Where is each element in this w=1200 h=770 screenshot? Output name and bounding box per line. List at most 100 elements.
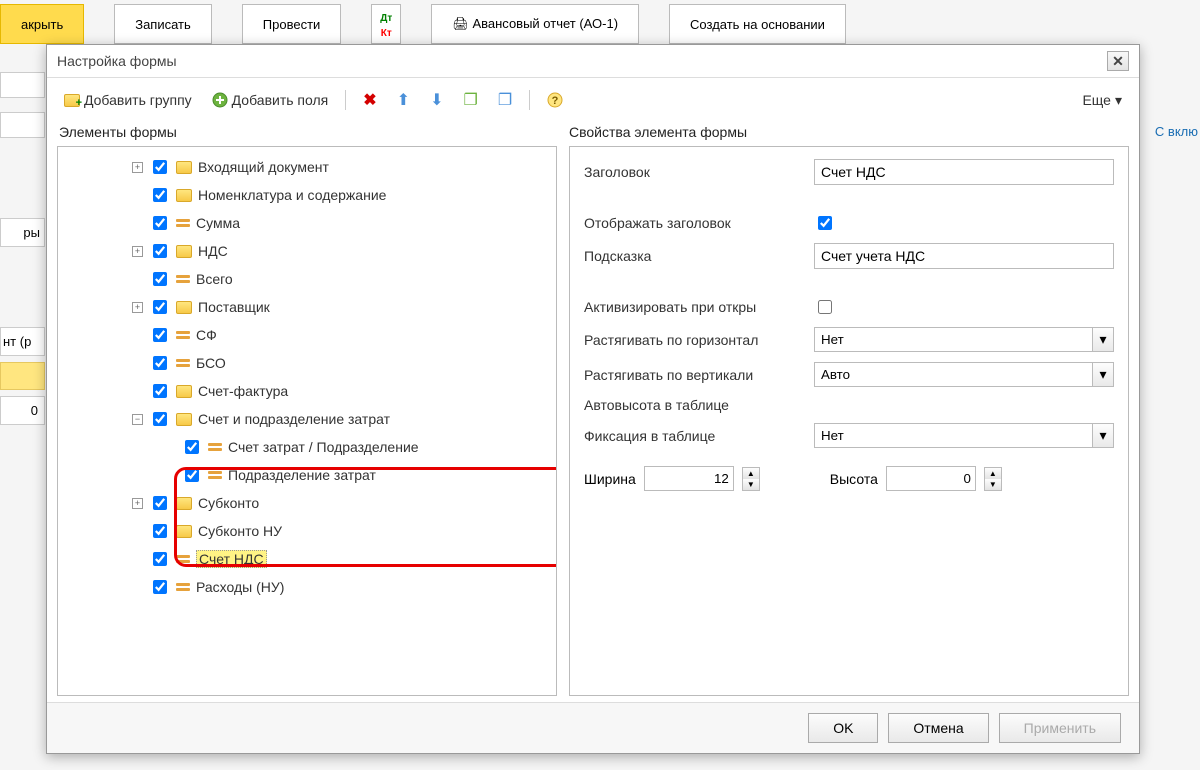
title-input[interactable]	[814, 159, 1114, 185]
tree-checkbox[interactable]	[153, 356, 167, 370]
svg-text:?: ?	[552, 95, 559, 107]
tree-checkbox[interactable]	[153, 244, 167, 258]
height-spinner[interactable]: ▲▼	[984, 467, 1002, 491]
chevron-down-icon[interactable]: ▾	[1092, 362, 1114, 387]
duplicate-icon: ❐	[498, 90, 512, 110]
tree-checkbox[interactable]	[185, 440, 199, 454]
add-group-button[interactable]: + Добавить группу	[57, 88, 199, 112]
tree-checkbox[interactable]	[185, 468, 199, 482]
move-up-button[interactable]: ⬆	[390, 86, 417, 114]
tree-checkbox[interactable]	[153, 496, 167, 510]
bg-post-button[interactable]: Провести	[242, 4, 342, 44]
width-input[interactable]	[644, 466, 734, 491]
tree-item-label: Счет и подразделение затрат	[198, 411, 390, 427]
tree-item[interactable]: +Входящий документ	[132, 153, 552, 181]
hint-input[interactable]	[814, 243, 1114, 269]
expander-blank	[164, 470, 175, 481]
chevron-down-icon: ▾	[1115, 92, 1122, 109]
tree-item[interactable]: Счет-фактура	[132, 377, 552, 405]
tree-item[interactable]: + Субконто	[132, 489, 552, 517]
tree-item[interactable]: Субконто НУ	[132, 517, 552, 545]
cancel-button[interactable]: Отмена	[888, 713, 988, 743]
tree-item[interactable]: Номенклатура и содержание	[132, 181, 552, 209]
bg-side-label: ры	[0, 218, 45, 247]
field-icon	[176, 583, 190, 591]
tree-item[interactable]: Всего	[132, 265, 552, 293]
expander-blank	[164, 442, 175, 453]
tree-item[interactable]: Счет затрат / Подразделение	[132, 433, 552, 461]
tree-checkbox[interactable]	[153, 328, 167, 342]
tree-item-label: Субконто	[198, 495, 259, 511]
title-label: Заголовок	[584, 164, 814, 180]
tree-item[interactable]: − Счет и подразделение затрат	[132, 405, 552, 433]
properties-panel: Заголовок Отображать заголовок Подсказка…	[569, 146, 1129, 696]
delete-button[interactable]: ✖	[356, 86, 383, 114]
tree-item[interactable]: Расходы (НУ)	[132, 573, 552, 601]
width-spinner[interactable]: ▲▼	[742, 467, 760, 491]
stretch-v-combo[interactable]	[814, 362, 1092, 387]
bg-report-button[interactable]: 🖨 Авансовый отчет (АО-1)	[431, 4, 639, 44]
plus-icon[interactable]: +	[132, 162, 143, 173]
tree-item[interactable]: Счет НДС	[132, 545, 552, 573]
bg-close-button[interactable]: акрыть	[0, 4, 84, 44]
expander-blank	[132, 218, 143, 229]
activate-checkbox[interactable]	[818, 300, 832, 314]
tree-checkbox[interactable]	[153, 552, 167, 566]
tree-checkbox[interactable]	[153, 412, 167, 426]
fixation-combo[interactable]	[814, 423, 1092, 448]
minus-icon[interactable]: −	[132, 414, 143, 425]
tree-checkbox[interactable]	[153, 300, 167, 314]
bg-dtkt-button[interactable]: ДтКт	[371, 4, 401, 44]
tree-item[interactable]: +НДС	[132, 237, 552, 265]
tree-checkbox[interactable]	[153, 524, 167, 538]
field-icon	[208, 471, 222, 479]
tree-item[interactable]: БСО	[132, 349, 552, 377]
chevron-down-icon[interactable]: ▾	[1092, 327, 1114, 352]
copy-button[interactable]: ❐	[456, 86, 484, 114]
bg-create-based-button[interactable]: Создать на основании	[669, 4, 846, 44]
tree-item-label: Поставщик	[198, 299, 270, 315]
move-down-button[interactable]: ⬇	[423, 86, 450, 114]
tree-item[interactable]: Подразделение затрат	[132, 461, 552, 489]
add-fields-button[interactable]: Добавить поля	[205, 88, 336, 112]
bg-include-link[interactable]: С вклю	[1155, 124, 1198, 139]
expander-blank	[132, 554, 143, 565]
chevron-down-icon[interactable]: ▾	[1092, 423, 1114, 448]
tree-checkbox[interactable]	[153, 188, 167, 202]
folder-icon	[176, 525, 192, 538]
tree-item[interactable]: СФ	[132, 321, 552, 349]
tree-checkbox[interactable]	[153, 580, 167, 594]
bg-write-button[interactable]: Записать	[114, 4, 212, 44]
duplicate-button[interactable]: ❐	[491, 86, 519, 114]
height-label: Высота	[830, 471, 878, 487]
tree-item-label: Расходы (НУ)	[196, 579, 284, 595]
tree-checkbox[interactable]	[153, 272, 167, 286]
stretch-h-combo[interactable]	[814, 327, 1092, 352]
tree-item-label: Счет НДС	[196, 550, 267, 568]
ok-button[interactable]: OK	[808, 713, 878, 743]
tree-item-label: Всего	[196, 271, 233, 287]
height-input[interactable]	[886, 466, 976, 491]
plus-icon[interactable]: +	[132, 302, 143, 313]
more-button[interactable]: Еще ▾	[1075, 88, 1129, 113]
tree-checkbox[interactable]	[153, 160, 167, 174]
plus-icon[interactable]: +	[132, 498, 143, 509]
tree-checkbox[interactable]	[153, 384, 167, 398]
tree-panel[interactable]: +Входящий документНоменклатура и содержа…	[57, 146, 557, 696]
folder-icon	[176, 245, 192, 258]
tree-item[interactable]: + Поставщик	[132, 293, 552, 321]
expander-blank	[132, 330, 143, 341]
tree-item-label: СФ	[196, 327, 217, 343]
folder-icon	[176, 385, 192, 398]
tree-checkbox[interactable]	[153, 216, 167, 230]
tree-item-label: БСО	[196, 355, 226, 371]
help-button[interactable]: ?	[540, 88, 570, 112]
apply-button[interactable]: Применить	[999, 713, 1121, 743]
autoheight-label: Автовысота в таблице	[584, 397, 814, 413]
plus-icon[interactable]: +	[132, 246, 143, 257]
tree-item-label: Субконто НУ	[198, 523, 282, 539]
tree-item[interactable]: Сумма	[132, 209, 552, 237]
copy-icon: ❐	[463, 90, 477, 110]
close-icon[interactable]: ✕	[1107, 51, 1129, 71]
show-title-checkbox[interactable]	[818, 216, 832, 230]
